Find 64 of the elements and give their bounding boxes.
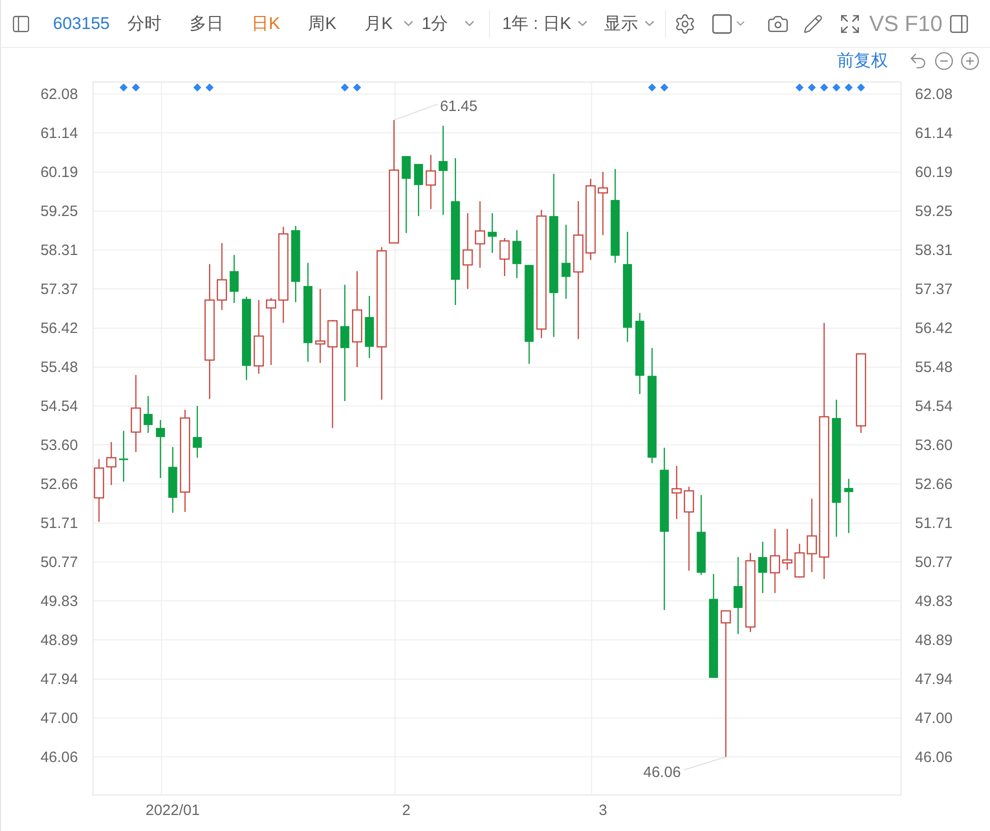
settings-icon[interactable] <box>674 12 696 34</box>
axis-label: 57.37 <box>915 280 953 298</box>
range-dropdown[interactable]: 1年 : 日K <box>502 10 590 36</box>
axis-label: 49.83 <box>915 592 953 610</box>
leader-line <box>683 756 726 770</box>
axis-label: 47.94 <box>915 671 953 688</box>
axis-label: 47.00 <box>915 710 953 728</box>
axis-label: 53.60 <box>915 436 953 454</box>
axis-label: 60.19 <box>915 164 953 182</box>
axis-label: 62.08 <box>40 86 78 103</box>
period-tab[interactable]: 月K <box>356 10 401 36</box>
axis-label: 51.71 <box>915 515 953 532</box>
period-tab[interactable]: 周K <box>300 10 344 36</box>
axis-label: 46.06 <box>40 748 78 766</box>
axis-label: 62.08 <box>915 86 953 103</box>
axis-label: 61.14 <box>40 124 78 142</box>
axis-label: 55.48 <box>915 359 953 376</box>
axis-label: 57.37 <box>40 280 78 298</box>
candlestick <box>844 478 854 534</box>
pencil-icon[interactable] <box>803 14 824 34</box>
axis-label: 59.25 <box>915 203 953 220</box>
axis-label: 58.31 <box>915 242 953 259</box>
period-tab[interactable]: 多日 <box>182 10 232 36</box>
axis-label: 47.00 <box>40 710 78 728</box>
adjust-link[interactable]: 前复权 <box>837 48 888 74</box>
axis-label: 3 <box>598 802 608 819</box>
candlestick <box>192 406 202 458</box>
axis-label: 56.42 <box>40 320 78 338</box>
candlestick <box>119 430 128 482</box>
axis-label: 56.42 <box>915 320 953 338</box>
zoom-out-icon[interactable] <box>934 51 954 71</box>
axis-label: 52.66 <box>915 476 953 493</box>
axis-label: 48.89 <box>915 632 953 649</box>
axis-label: 48.89 <box>40 632 78 649</box>
stock-code: 603155 <box>53 12 110 35</box>
panel-toggle-icon[interactable] <box>948 12 970 34</box>
candlestick <box>794 544 805 578</box>
sidebar-toggle-icon[interactable] <box>11 14 31 34</box>
low-price-label: 46.06 <box>643 764 681 781</box>
axis-label: 60.19 <box>40 164 78 182</box>
axis-label: 54.54 <box>915 398 953 416</box>
period-tab[interactable]: 分时 <box>120 10 170 36</box>
zoom-in-icon[interactable] <box>960 51 980 71</box>
axis-label: 47.94 <box>40 671 78 688</box>
axis-label: 51.71 <box>40 515 78 532</box>
display-dropdown[interactable]: 显示 <box>604 10 658 36</box>
leader-line <box>393 104 438 121</box>
axis-label: 46.06 <box>915 748 953 766</box>
axis-label: 2 <box>402 802 410 819</box>
interval-dropdown[interactable]: 1分 <box>422 10 448 36</box>
axis-label: 50.77 <box>915 554 953 572</box>
axis-label: 2022/01 <box>146 802 200 819</box>
axis-label: 50.77 <box>40 554 78 572</box>
axis-label: 54.54 <box>40 398 78 416</box>
axis-label: 58.31 <box>40 242 78 259</box>
high-price-label: 61.45 <box>440 98 478 116</box>
axis-label: 55.48 <box>40 359 78 376</box>
undo-icon[interactable] <box>908 51 928 71</box>
fullscreen-icon[interactable] <box>839 12 862 34</box>
axis-label: 59.25 <box>40 203 78 220</box>
axis-label: 53.60 <box>40 436 78 454</box>
axis-label: 49.83 <box>40 592 78 610</box>
axis-label: 61.14 <box>915 124 953 142</box>
axis-label: 52.66 <box>40 476 78 493</box>
